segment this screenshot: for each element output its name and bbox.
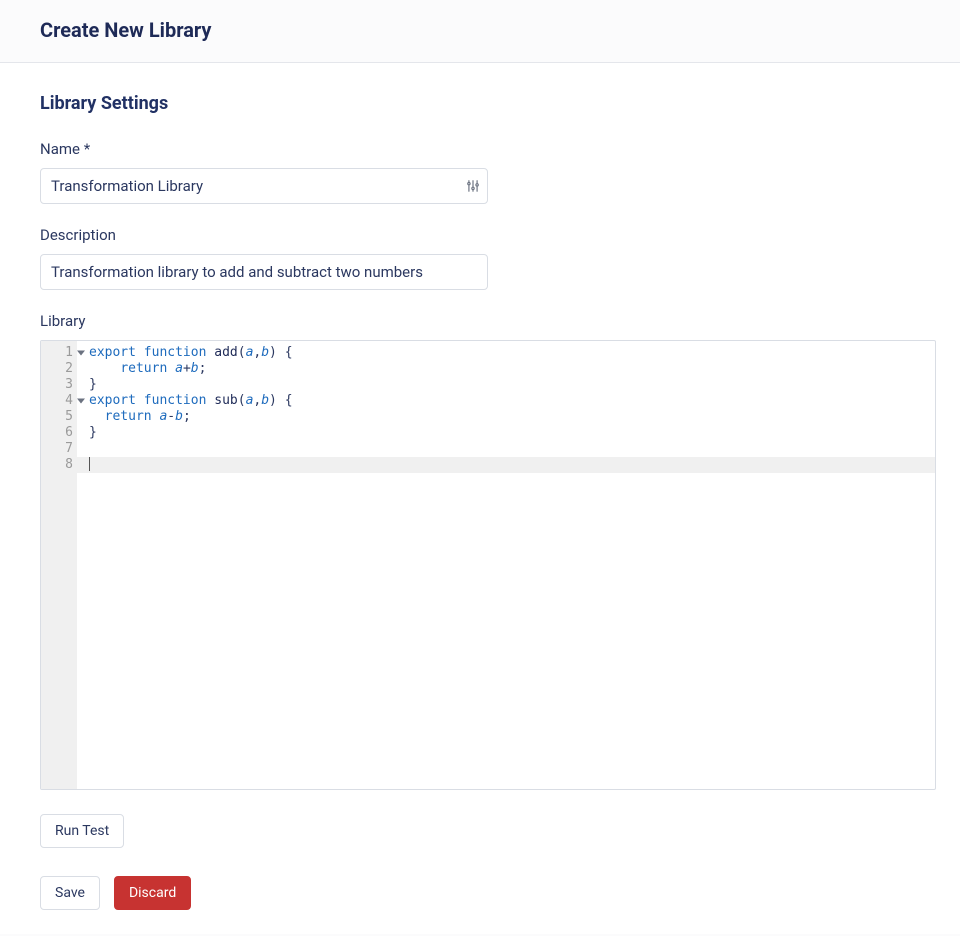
content-area: Library Settings Name * Description Libr… bbox=[0, 63, 960, 934]
gutter-line: 8 bbox=[41, 457, 77, 473]
code-line: } bbox=[89, 425, 935, 441]
description-input[interactable] bbox=[40, 254, 488, 290]
page-header: Create New Library bbox=[0, 0, 960, 63]
gutter-line: 4 bbox=[41, 393, 77, 409]
sliders-icon bbox=[466, 179, 480, 193]
gutter-line: 3 bbox=[41, 377, 77, 393]
discard-button[interactable]: Discard bbox=[114, 876, 191, 910]
name-input[interactable] bbox=[40, 168, 488, 204]
gutter-line: 5 bbox=[41, 409, 77, 425]
gutter-line: 6 bbox=[41, 425, 77, 441]
code-line: return a-b; bbox=[89, 409, 935, 425]
code-line bbox=[89, 441, 935, 457]
save-button[interactable]: Save bbox=[40, 876, 100, 910]
code-editor[interactable]: 12345678 export function add(a,b) { retu… bbox=[40, 340, 936, 790]
section-title: Library Settings bbox=[40, 93, 920, 114]
run-test-button[interactable]: Run Test bbox=[40, 814, 124, 848]
code-body[interactable]: export function add(a,b) { return a+b;}e… bbox=[77, 341, 935, 789]
library-label: Library bbox=[40, 312, 920, 330]
page-title: Create New Library bbox=[40, 18, 920, 42]
name-label: Name * bbox=[40, 140, 920, 158]
description-label: Description bbox=[40, 226, 920, 244]
library-group: Library 12345678 export function add(a,b… bbox=[40, 312, 920, 790]
gutter-line: 2 bbox=[41, 361, 77, 377]
code-line: export function sub(a,b) { bbox=[89, 393, 935, 409]
gutter-line: 1 bbox=[41, 345, 77, 361]
code-line: } bbox=[89, 377, 935, 393]
code-gutter: 12345678 bbox=[41, 341, 77, 789]
code-line: export function add(a,b) { bbox=[89, 345, 935, 361]
description-group: Description bbox=[40, 226, 920, 290]
code-line: return a+b; bbox=[89, 361, 935, 377]
gutter-line: 7 bbox=[41, 441, 77, 457]
name-group: Name * bbox=[40, 140, 920, 204]
